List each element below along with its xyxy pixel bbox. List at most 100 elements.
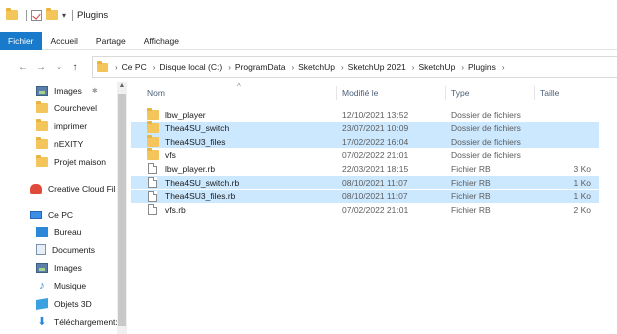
computer-icon	[30, 210, 42, 219]
file-size: 2 Ko	[573, 204, 592, 215]
file-date: 23/07/2021 10:09	[342, 123, 409, 134]
documents-icon	[36, 244, 46, 255]
nav-item-label: Projet maison	[54, 156, 106, 167]
nav-item-label: Creative Cloud Fil	[48, 183, 116, 194]
breadcrumb-disque-local[interactable]: Disque local (C:)	[159, 62, 222, 72]
file-size: 1 Ko	[573, 191, 592, 202]
chevron-right-icon[interactable]: ›	[291, 63, 294, 72]
folder-icon	[36, 118, 48, 131]
chevron-right-icon[interactable]: ›	[153, 63, 156, 72]
file-date: 17/02/2022 16:04	[342, 136, 409, 147]
breadcrumb-ce-pc[interactable]: Ce PC	[122, 62, 147, 72]
breadcrumb-sketchup-sub[interactable]: SketchUp	[418, 62, 455, 72]
tab-affichage[interactable]: Affichage	[135, 32, 188, 50]
navigation-pane: Images ✱ Courchevel imprimer nEXITY Proj…	[0, 82, 131, 334]
nav-item-label: Ce PC	[48, 209, 74, 220]
address-bar[interactable]: › Ce PC › Disque local (C:) › ProgramDat…	[92, 56, 617, 78]
file-date: 08/10/2021 11:07	[342, 191, 408, 202]
table-row[interactable]: Thea4SU_switch 23/07/2021 10:09 Dossier de…	[131, 121, 599, 135]
back-arrow-icon[interactable]: ←	[16, 62, 30, 73]
table-row[interactable]: vfs 07/02/2022 21:01 Dossier de fichiers	[131, 148, 599, 162]
file-size: 1 Ko	[573, 177, 592, 188]
download-icon: ⬇	[37, 315, 47, 328]
file-name-cell: vfs.rb	[147, 204, 186, 216]
up-arrow-icon[interactable]: ↑	[68, 62, 82, 73]
breadcrumb-sketchup-2021[interactable]: SketchUp 2021	[348, 62, 406, 72]
scrollbar-thumb[interactable]	[118, 94, 126, 326]
tab-partage[interactable]: Partage	[87, 32, 135, 50]
file-name: Thea4SU_switch	[165, 123, 230, 134]
file-name-cell: Thea4SU3_files	[147, 134, 226, 147]
chevron-right-icon[interactable]: ›	[228, 63, 231, 72]
table-row[interactable]: lbw_player.rb 22/03/2021 18:15 Fichier RB 3…	[131, 162, 599, 175]
file-name: Thea4SU3_files	[165, 136, 226, 147]
column-header-name[interactable]: Nom	[147, 88, 165, 98]
nav-item-ce-pc[interactable]: Ce PC	[30, 206, 73, 223]
creative-cloud-icon	[30, 183, 42, 194]
file-list: ^ Nom Modifié le Type Taille lbw_player 1…	[131, 82, 617, 334]
nav-item-imprimer[interactable]: imprimer	[36, 117, 87, 134]
nav-item-label: Courchevel	[54, 102, 97, 113]
column-separator[interactable]	[336, 86, 337, 100]
chevron-right-icon[interactable]: ›	[502, 63, 505, 72]
file-size: 3 Ko	[573, 163, 592, 174]
breadcrumb-programdata[interactable]: ProgramData	[235, 62, 286, 72]
file-name-cell: Thea4SU3_files.rb	[147, 190, 235, 202]
column-header-date[interactable]: Modifié le	[342, 88, 378, 98]
nav-item-label: Objets 3D	[54, 298, 92, 309]
file-type: Dossier de fichiers	[451, 150, 521, 161]
tab-accueil[interactable]: Accueil	[42, 32, 87, 50]
file-type: Dossier de fichiers	[451, 136, 521, 147]
folder-icon	[147, 134, 159, 147]
file-name: vfs.rb	[165, 204, 186, 215]
column-header-type[interactable]: Type	[451, 88, 469, 98]
nav-item-telechargements[interactable]: ⬇ Téléchargement:	[36, 313, 118, 330]
column-separator[interactable]	[534, 86, 535, 100]
nav-item-courchevel[interactable]: Courchevel	[36, 99, 97, 116]
nav-item-label: nEXITY	[54, 138, 84, 149]
table-row[interactable]: vfs.rb 07/02/2022 21:01 Fichier RB 2 Ko	[131, 203, 599, 216]
nav-item-documents[interactable]: Documents	[36, 241, 95, 258]
chevron-right-icon[interactable]: ›	[461, 63, 464, 72]
breadcrumb-plugins[interactable]: Plugins	[468, 62, 496, 72]
nav-item-creative-cloud[interactable]: Creative Cloud Fil	[30, 180, 118, 197]
nav-item-images-pinned[interactable]: Images ✱	[36, 82, 98, 99]
images-icon	[36, 85, 48, 96]
folder-icon	[147, 148, 159, 161]
customize-toolbar-icon[interactable]: ▾	[62, 11, 66, 20]
address-row: ← → ⌄ ↑ › Ce PC › Disque local (C:) › Pr…	[0, 56, 617, 78]
column-header-size[interactable]: Taille	[540, 88, 559, 98]
chevron-right-icon[interactable]: ›	[341, 63, 344, 72]
table-row[interactable]: Thea4SU3_files.rb 08/10/2021 11:07 Fichier…	[131, 189, 599, 203]
file-icon	[148, 177, 157, 188]
scroll-up-icon[interactable]: ▲	[117, 82, 127, 92]
tab-fichier[interactable]: Fichier	[0, 31, 42, 50]
chevron-right-icon[interactable]: ›	[115, 63, 118, 72]
pin-icon[interactable]: ✱	[92, 87, 98, 95]
nav-item-projet-maison[interactable]: Projet maison	[36, 153, 106, 170]
nav-item-musique[interactable]: ♪ Musique	[36, 277, 86, 294]
recent-locations-icon[interactable]: ⌄	[52, 63, 66, 71]
nav-item-objets-3d[interactable]: Objets 3D	[36, 295, 92, 312]
column-separator[interactable]	[445, 86, 446, 100]
file-date: 07/02/2022 21:01	[342, 204, 409, 215]
nav-item-label: imprimer	[54, 120, 88, 131]
properties-icon[interactable]	[31, 9, 42, 21]
folder-icon	[36, 136, 48, 149]
file-date: 12/10/2021 13:52	[342, 109, 409, 120]
nav-item-bureau[interactable]: Bureau	[36, 223, 81, 240]
nav-item-label: Documents	[52, 244, 95, 255]
file-name-cell: vfs	[147, 148, 176, 161]
nav-item-nexity[interactable]: nEXITY	[36, 135, 83, 152]
chevron-right-icon[interactable]: ›	[412, 63, 415, 72]
table-row[interactable]: Thea4SU3_files 17/02/2022 16:04 Dossier de…	[131, 134, 599, 149]
folder-icon	[36, 100, 48, 113]
breadcrumb-sketchup[interactable]: SketchUp	[298, 62, 335, 72]
file-date: 22/03/2021 18:15	[342, 163, 409, 174]
new-folder-icon[interactable]	[46, 8, 58, 20]
nav-item-images[interactable]: Images	[36, 259, 82, 276]
table-row[interactable]: lbw_player 12/10/2021 13:52 Dossier de fic…	[131, 107, 599, 121]
nav-scrollbar[interactable]: ▲	[117, 82, 127, 334]
table-row[interactable]: Thea4SU_switch.rb 08/10/2021 11:07 Fichier…	[131, 176, 599, 189]
forward-arrow-icon[interactable]: →	[34, 62, 48, 73]
